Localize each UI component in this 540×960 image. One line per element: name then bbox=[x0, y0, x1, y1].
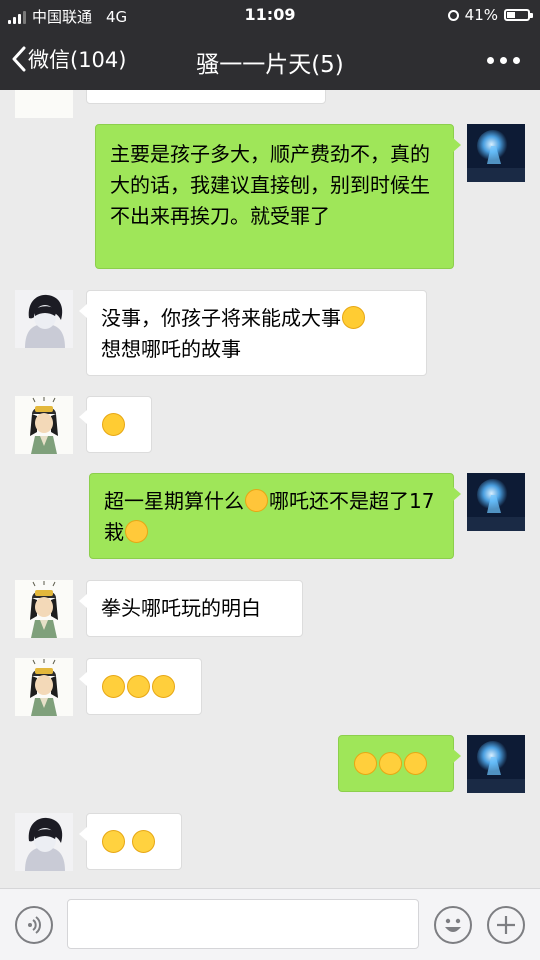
angry-face-icon bbox=[245, 489, 268, 512]
message-bubble-in[interactable]: 拳头哪吒玩的明白 bbox=[79, 580, 303, 637]
tears-of-joy-face-icon bbox=[132, 830, 155, 853]
message-text: 没事，你孩子将来能成大事 bbox=[101, 306, 341, 330]
message-bubble-out[interactable] bbox=[338, 735, 461, 792]
nav-bar: 微信(104) 骚一一片天(5) bbox=[0, 30, 540, 90]
chat-area[interactable]: 主要是孩子多大，顺产费劲不，真的大的话，我建议直接刨，别到时候生不出来再挨刀。就… bbox=[0, 90, 540, 888]
message-text: 主要是孩子多大，顺产费劲不，真的大的话，我建议直接刨，别到时候生不出来再挨刀。就… bbox=[110, 142, 430, 228]
smiley-icon[interactable] bbox=[434, 906, 472, 944]
message-text: 拳头哪吒玩的明白 bbox=[101, 596, 261, 620]
more-options-icon[interactable] bbox=[487, 57, 520, 64]
self-avatar[interactable] bbox=[467, 124, 525, 182]
thinking-face-icon bbox=[127, 675, 150, 698]
battery-percent: 41% bbox=[464, 6, 498, 24]
message-input[interactable] bbox=[67, 899, 419, 949]
battery-icon bbox=[504, 9, 533, 21]
avatar[interactable] bbox=[15, 90, 73, 118]
message-bubble-in[interactable] bbox=[79, 658, 202, 715]
chat-title: 骚一一片天(5) bbox=[196, 52, 344, 78]
alarm-icon bbox=[447, 9, 459, 21]
message-bubble-in[interactable] bbox=[79, 813, 182, 870]
message-bubble[interactable] bbox=[86, 90, 326, 104]
message-text-line2: 想想哪吒的故事 bbox=[101, 337, 241, 361]
self-avatar[interactable] bbox=[467, 735, 525, 793]
flushed-face-icon bbox=[342, 306, 365, 329]
flushed-face-icon bbox=[102, 413, 125, 436]
message-bubble-in[interactable]: 没事，你孩子将来能成大事 想想哪吒的故事 bbox=[79, 290, 427, 377]
self-avatar[interactable] bbox=[467, 473, 525, 531]
plus-icon[interactable] bbox=[487, 906, 525, 944]
message-text-group: 没事，你孩子将来能成大事 想想哪吒的故事 bbox=[87, 291, 426, 377]
voice-icon[interactable] bbox=[15, 906, 53, 944]
message-text: 超一星期算什么 bbox=[104, 489, 244, 513]
tears-of-joy-face-icon bbox=[102, 830, 125, 853]
thinking-face-icon bbox=[102, 675, 125, 698]
thinking-face-icon bbox=[152, 675, 175, 698]
member-avatar[interactable] bbox=[15, 580, 73, 638]
message-bubble-out[interactable]: 主要是孩子多大，顺产费劲不，真的大的话，我建议直接刨，别到时候生不出来再挨刀。就… bbox=[95, 124, 461, 269]
thinking-face-icon bbox=[404, 752, 427, 775]
message-bubble-out[interactable]: 超一星期算什么 哪吒还不是超了17栽 bbox=[89, 473, 461, 560]
status-right: 41% bbox=[447, 6, 533, 24]
message-bubble-in[interactable] bbox=[79, 396, 152, 453]
member-avatar[interactable] bbox=[15, 813, 73, 871]
message-text-group: 超一星期算什么 哪吒还不是超了17栽 bbox=[90, 474, 453, 560]
battery-fill bbox=[507, 12, 515, 18]
thinking-face-icon bbox=[379, 752, 402, 775]
blushing-face-icon bbox=[125, 520, 148, 543]
member-avatar[interactable] bbox=[15, 658, 73, 716]
thinking-face-icon bbox=[354, 752, 377, 775]
member-avatar[interactable] bbox=[15, 396, 73, 454]
member-avatar[interactable] bbox=[15, 290, 73, 348]
status-bar: 中国联通 4G 11:09 41% bbox=[0, 0, 540, 30]
input-bar bbox=[0, 888, 540, 960]
